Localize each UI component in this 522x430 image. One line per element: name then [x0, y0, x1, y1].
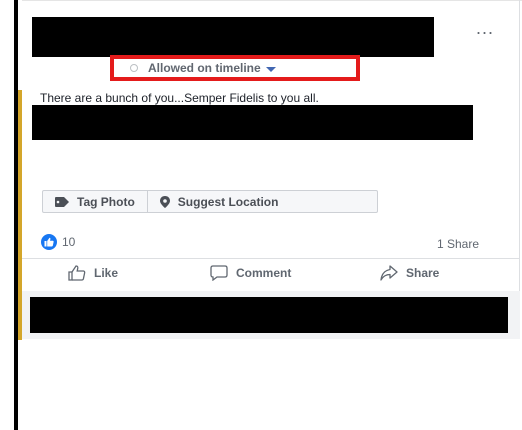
- like-button[interactable]: Like: [68, 265, 118, 281]
- share-button[interactable]: Share: [380, 265, 439, 281]
- post-action-bar: Like Comment Share: [22, 260, 520, 290]
- reaction-summary[interactable]: 10: [41, 234, 75, 250]
- suggest-location-button[interactable]: Suggest Location: [146, 191, 291, 212]
- redacted-content-block: [32, 105, 473, 140]
- comment-label: Comment: [236, 266, 292, 280]
- tag-icon: [55, 196, 69, 207]
- actions-divider: [22, 258, 520, 259]
- comment-button[interactable]: Comment: [210, 265, 291, 281]
- share-label: Share: [406, 266, 440, 280]
- audience-dot-icon: [130, 64, 138, 72]
- tag-photo-label: Tag Photo: [77, 194, 135, 209]
- audience-label: Allowed on timeline: [148, 61, 261, 75]
- accent-bar: [18, 90, 22, 340]
- comment-icon: [210, 265, 228, 281]
- share-count[interactable]: 1 Share: [437, 237, 479, 251]
- thumbs-up-icon: [68, 265, 86, 281]
- media-action-bar: Tag Photo Suggest Location: [42, 190, 378, 213]
- redacted-comment-block: [30, 297, 508, 333]
- more-options-icon[interactable]: ...: [476, 19, 494, 37]
- suggest-location-label: Suggest Location: [177, 194, 279, 209]
- like-badge-icon: [41, 234, 57, 250]
- card-right-border: [519, 0, 520, 300]
- caret-down-icon: [265, 66, 276, 72]
- location-pin-icon: [159, 195, 170, 208]
- audience-selector[interactable]: Allowed on timeline: [130, 61, 276, 75]
- like-label: Like: [94, 266, 119, 280]
- share-arrow-icon: [380, 265, 398, 281]
- tag-photo-button[interactable]: Tag Photo: [43, 191, 147, 212]
- post-text: There are a bunch of you...Semper Fideli…: [40, 91, 319, 105]
- redacted-author-block: [32, 17, 434, 57]
- card-top-border: [22, 0, 522, 1]
- like-count: 10: [62, 235, 76, 249]
